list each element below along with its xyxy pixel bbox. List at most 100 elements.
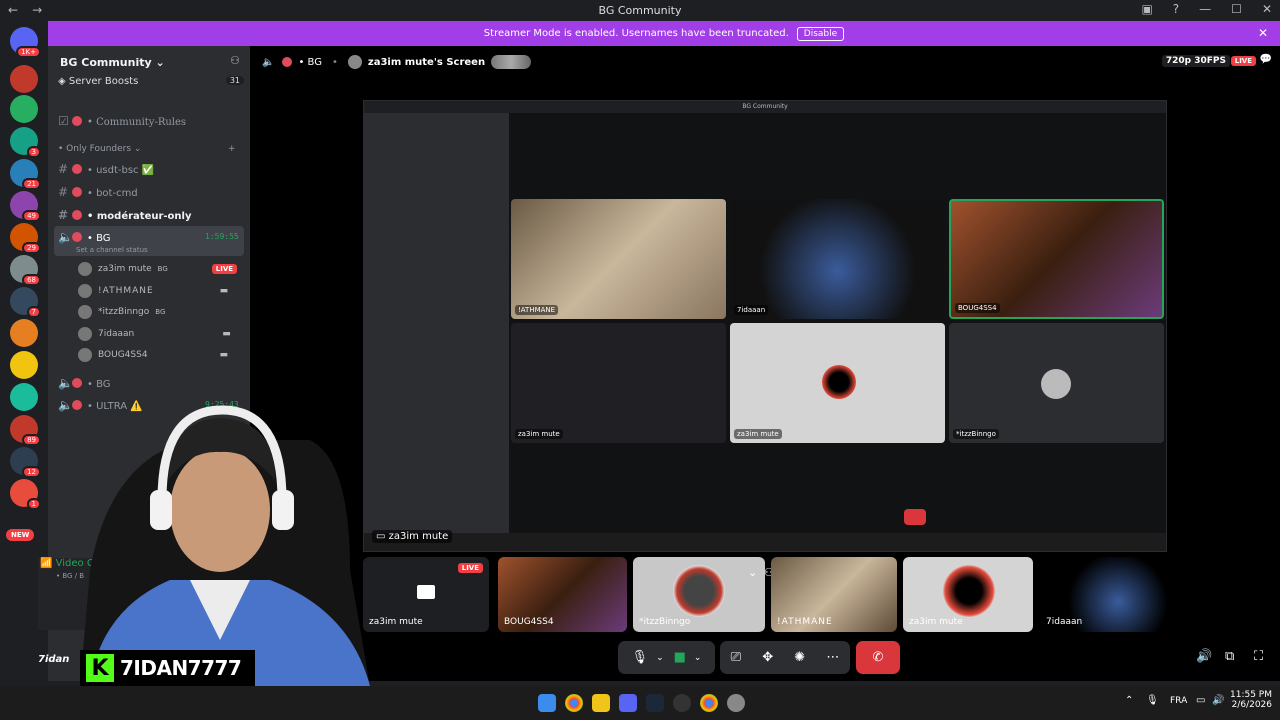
chrome-icon[interactable] — [700, 694, 718, 712]
viewer-avatars[interactable] — [491, 55, 532, 69]
server-icon[interactable]: 29 — [10, 223, 41, 254]
channel-status[interactable]: Set a channel status — [76, 246, 148, 254]
minimize-icon[interactable]: — — [1199, 2, 1211, 16]
shared-tile: *itzzBinngo — [949, 323, 1164, 443]
discord-home-icon[interactable]: 1K+ — [10, 27, 41, 58]
server-icon[interactable]: 3 — [10, 127, 41, 158]
settings-icon[interactable] — [727, 694, 745, 712]
voice-user[interactable]: 7idaaan ▬ — [78, 327, 231, 341]
server-icon[interactable]: 1 — [10, 479, 41, 510]
stop-icon — [72, 116, 82, 126]
app-icon[interactable] — [673, 694, 691, 712]
server-icon[interactable]: 49 — [10, 191, 41, 222]
server-icon[interactable] — [10, 65, 38, 93]
nav-arrows[interactable]: ← → — [8, 3, 56, 17]
server-icon[interactable]: 21 — [10, 159, 41, 190]
server-icon[interactable]: 12 — [10, 447, 41, 478]
category-only-founders[interactable]: • Only Founders ⌄ + — [58, 144, 236, 154]
volume-icon[interactable]: 🔊 — [1196, 649, 1212, 664]
server-icon[interactable] — [10, 351, 38, 379]
microphone-control[interactable]: 🎙 ⌄ ■ ⌄ — [618, 641, 715, 674]
fullscreen-icon[interactable]: ⛶ — [1254, 649, 1263, 664]
file-explorer-icon[interactable] — [592, 694, 610, 712]
language-indicator[interactable]: FRA — [1170, 696, 1187, 706]
shared-taskbar — [364, 533, 1166, 551]
discord-icon[interactable] — [619, 694, 637, 712]
chevron-down-icon[interactable]: ⌄ — [656, 653, 664, 663]
participant-tile[interactable]: 7idaaan — [1040, 557, 1170, 632]
forward-icon[interactable]: → — [32, 3, 42, 17]
avatar — [78, 327, 92, 341]
server-icon[interactable] — [10, 319, 38, 347]
more-icon[interactable]: ⋯ — [826, 650, 839, 665]
add-member-icon[interactable]: ⚇ — [230, 54, 240, 67]
shared-hangup-icon — [904, 509, 926, 525]
mic-tray-icon[interactable]: 🎙 — [1146, 695, 1159, 706]
tray-chevron-icon[interactable]: ⌃ — [1125, 695, 1133, 706]
close-window-icon[interactable]: ✕ — [1262, 2, 1272, 16]
channel-moderateur-only[interactable]: # • modérateur-only — [58, 208, 191, 222]
shared-screen[interactable]: BG Community !ATHMANE 7idaaan BOUG4SS4 z… — [363, 100, 1167, 552]
voice-user[interactable]: *itzzBinngo BG — [78, 305, 165, 319]
stop-icon — [72, 210, 82, 220]
avatar — [822, 365, 856, 399]
speaker-icon: 🔈 — [58, 230, 73, 244]
participant-tile[interactable]: !ATHMANE — [771, 557, 897, 632]
disable-button[interactable]: Disable — [796, 26, 845, 41]
participant-tile[interactable]: *itzzBinngo — [633, 557, 765, 632]
shared-sidebar — [364, 113, 509, 543]
microphone-icon[interactable]: 🎙 — [632, 650, 649, 665]
server-header[interactable]: BG Community ⌄ ⚇ — [48, 46, 250, 78]
channel-bot-cmd[interactable]: # • bot-cmd — [58, 185, 138, 199]
screen-owner-label: ▭ za3im mute — [372, 530, 453, 543]
server-icon[interactable] — [10, 95, 38, 123]
channel-community-rules[interactable]: ☑ • Community-Rules — [58, 114, 186, 128]
server-icon[interactable] — [10, 383, 38, 411]
banner-text: Streamer Mode is enabled. Usernames have… — [483, 28, 789, 39]
participant-tile[interactable]: za3im mute — [903, 557, 1033, 632]
close-banner-icon[interactable]: ✕ — [1258, 26, 1268, 40]
back-icon[interactable]: ← — [8, 3, 18, 17]
voice-channel-bg-2[interactable]: 🔈 • BG — [58, 376, 111, 390]
voice-channel-bg[interactable]: 🔈 • BG — [58, 230, 111, 244]
steam-icon[interactable] — [646, 694, 664, 712]
add-channel-icon[interactable]: + — [228, 144, 236, 154]
voice-user[interactable]: BOUG4SS4 ▬ — [78, 348, 228, 362]
shared-tile: 7idaaan — [730, 199, 945, 319]
server-icon[interactable]: 89 — [10, 415, 41, 446]
speaker-icon: 🔈 — [262, 56, 275, 68]
participant-tile[interactable]: BOUG4SS4 — [498, 557, 627, 632]
chevron-down-icon[interactable]: ⌄ — [694, 653, 702, 663]
channel-usdt-bsc[interactable]: # • usdt-bsc ✅ — [58, 162, 154, 176]
chevron-down-icon[interactable]: ⌄ — [748, 566, 757, 579]
participant-tile[interactable]: LIVE za3im mute — [363, 557, 489, 632]
screen-share-icon[interactable]: ⎚ — [731, 650, 741, 665]
camera-icon[interactable]: ■ — [674, 650, 686, 665]
maximize-icon[interactable]: ☐ — [1231, 2, 1242, 16]
server-icon[interactable]: 7 — [10, 287, 41, 318]
volume-tray-icon[interactable]: 🔊 — [1212, 695, 1224, 706]
inbox-icon[interactable]: ▣ — [1141, 2, 1152, 16]
monitor-icon[interactable]: ▭ — [1196, 695, 1205, 706]
camera-icon: ▬ — [222, 329, 231, 339]
hangup-button[interactable]: ✆ — [856, 641, 900, 674]
server-icon[interactable]: 68 — [10, 255, 41, 286]
chat-icon[interactable]: 💬 — [1260, 54, 1272, 65]
clock[interactable]: 11:55 PM 2/6/2026 — [1230, 690, 1272, 710]
help-icon[interactable]: ? — [1173, 2, 1179, 16]
voice-user[interactable]: !ATHMANE ▬ — [78, 284, 228, 298]
soundboard-icon[interactable]: ✺ — [794, 650, 805, 665]
call-channel: • BG — [298, 56, 322, 68]
window-title: BG Community — [598, 4, 682, 17]
stop-icon — [282, 57, 293, 67]
call-actions: ⎚ ✥ ✺ ⋯ — [720, 641, 850, 674]
webcam-overlay — [50, 400, 380, 686]
start-icon[interactable] — [538, 694, 556, 712]
hangup-icon: ✆ — [872, 650, 884, 665]
server-boosts[interactable]: ◈ Server Boosts 31 — [58, 76, 244, 87]
popout-icon[interactable]: ⧉ — [1225, 649, 1234, 664]
chrome-icon[interactable] — [565, 694, 583, 712]
activities-icon[interactable]: ✥ — [762, 650, 773, 665]
voice-user[interactable]: za3im mute BG LIVE — [78, 262, 238, 276]
shared-tile: za3im mute — [511, 323, 726, 443]
